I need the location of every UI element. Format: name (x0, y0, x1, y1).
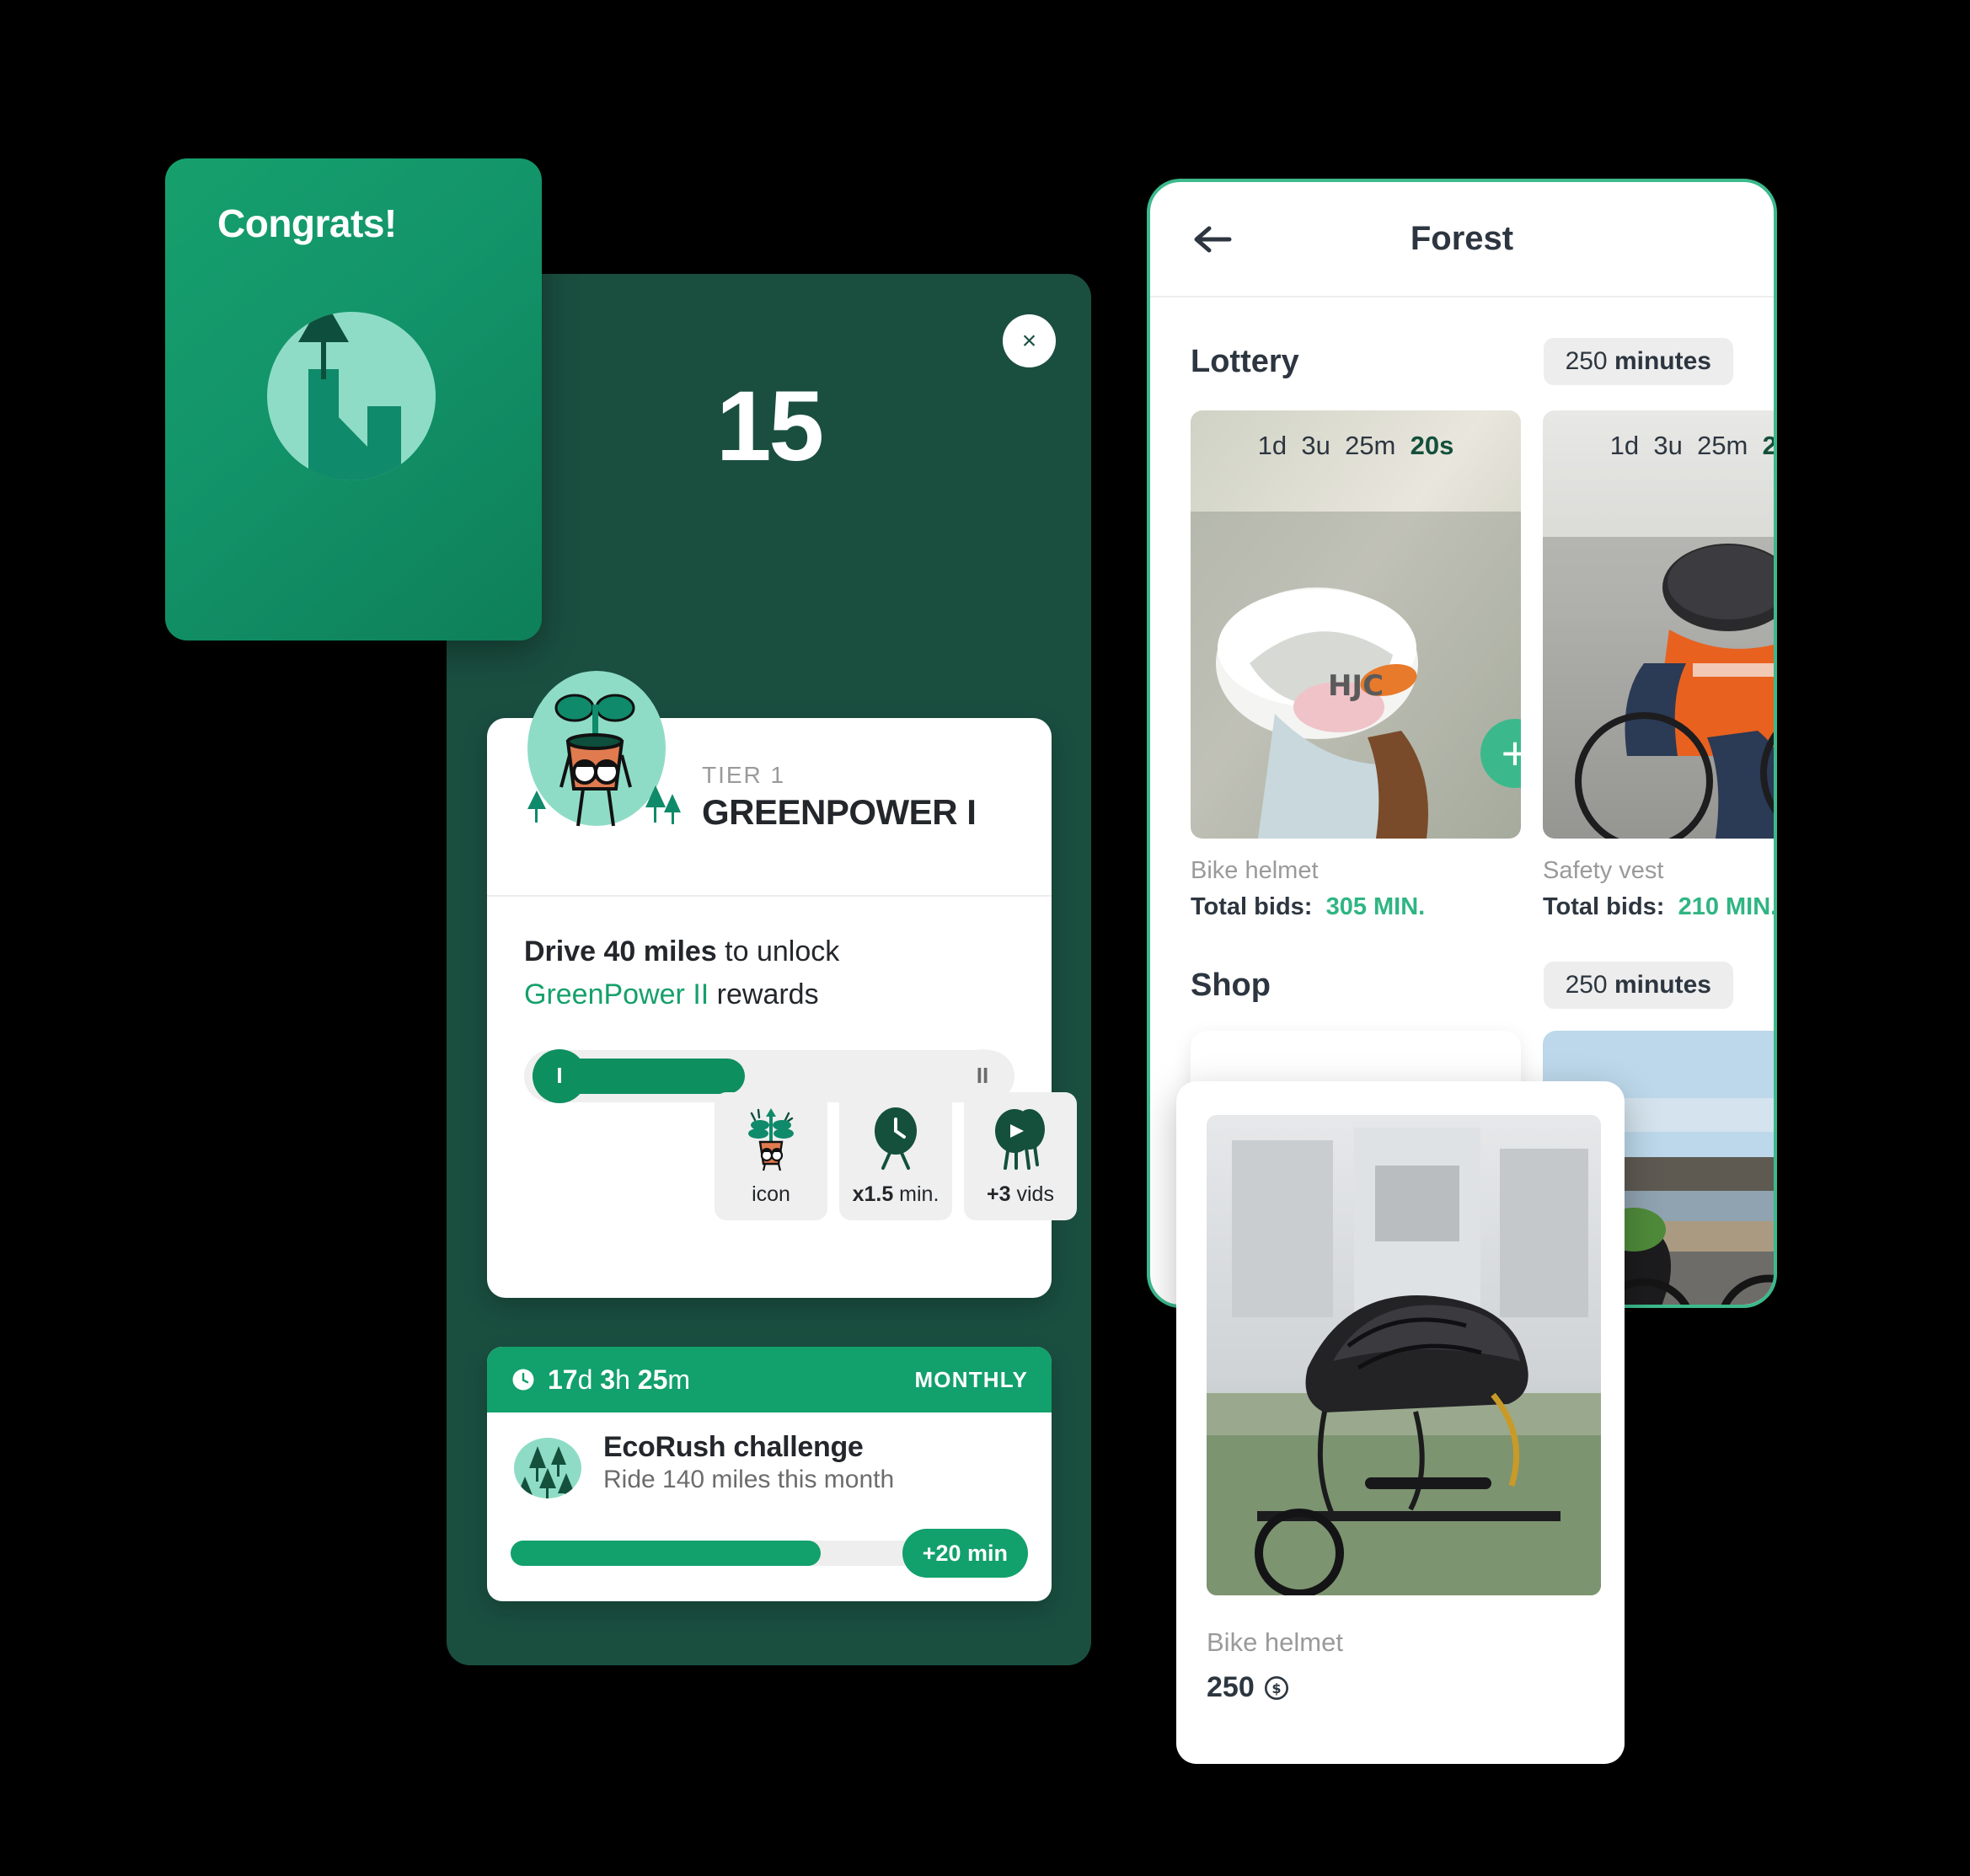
svg-text:HJC: HJC (1328, 669, 1384, 703)
minutes-bank-value: 15 (715, 371, 824, 482)
lottery-section-header: Lottery 250 minutes (1150, 297, 1774, 385)
tier-card: TIER 1 GREENPOWER I Drive 40 miles to un… (487, 671, 1077, 1298)
reward-chip-videos-label: +3 vids (987, 1182, 1054, 1206)
countdown-days: 17 (548, 1364, 578, 1395)
shop-section-title: Shop (1191, 967, 1271, 1003)
lottery-countdown: 1d 3u 25m 20s (1609, 431, 1777, 460)
reward-chip-videos[interactable]: +3 vids (964, 1092, 1077, 1220)
lottery-item-photo: HJC 1d 3u 25m 20s + (1191, 410, 1521, 839)
challenge-period-badge: MONTHLY (914, 1366, 1028, 1392)
shop-product-price-value: 250 (1207, 1671, 1255, 1703)
play-tree-icon (991, 1092, 1050, 1182)
potted-plant-character-icon (512, 667, 681, 836)
unlock-line-1: Drive 40 miles to unlock (524, 932, 1014, 972)
lottery-minutes-badge[interactable]: 250 minutes (1543, 338, 1733, 385)
unlock-mid: to unlock (716, 935, 840, 967)
reward-chip-list: icon x1.5 min. +3 vids (715, 1092, 1077, 1220)
shop-product-card[interactable]: Bike helmet 250 $ (1176, 1081, 1625, 1764)
close-icon[interactable]: × (1003, 314, 1056, 367)
unlock-line-2: GreenPower II rewards (524, 975, 1014, 1015)
reward-chip-multiplier[interactable]: x1.5 min. (839, 1092, 952, 1220)
shop-product-photo (1207, 1115, 1601, 1595)
challenge-countdown: 17d 3h 25m (511, 1364, 690, 1396)
reward-chip-multiplier-label: x1.5 min. (852, 1182, 939, 1206)
page-title: Forest (1410, 220, 1514, 257)
lottery-card[interactable]: 1d 3u 25m 20s + Safety vest Total bids: … (1543, 410, 1777, 921)
challenge-title: EcoRush challenge (603, 1431, 864, 1463)
tier-card-header: TIER 1 GREENPOWER I (487, 671, 1052, 897)
challenge-card: 17d 3h 25m MONTHLY EcoRush challenge Rid… (487, 1347, 1052, 1601)
lottery-item-bids: Total bids: 305 MIN. (1191, 893, 1426, 920)
shop-product-price: 250 $ (1207, 1671, 1290, 1704)
tier-meta: TIER 1 GREENPOWER I (702, 762, 977, 833)
unlock-suffix: rewards (709, 978, 819, 1010)
shop-product-name: Bike helmet (1207, 1627, 1343, 1657)
countdown-minutes: 25 (637, 1364, 668, 1395)
screenshot-stage: Congrats! You got the CO2 Saver badge × … (0, 0, 1970, 1876)
challenge-card-header: 17d 3h 25m MONTHLY (487, 1347, 1052, 1412)
lottery-countdown: 1d 3u 25m 20s (1257, 431, 1454, 460)
challenge-description: Ride 140 miles this month (603, 1466, 895, 1493)
tier-name: GREENPOWER I (702, 792, 977, 832)
clock-icon (511, 1367, 536, 1392)
shop-minutes-badge[interactable]: 250 minutes (1543, 962, 1733, 1009)
lottery-section-title: Lottery (1191, 343, 1299, 379)
challenge-reward-pill[interactable]: +20 min (902, 1529, 1028, 1578)
shop-section-header: Shop 250 minutes (1150, 921, 1774, 1009)
challenge-card-body: EcoRush challenge Ride 140 miles this mo… (487, 1412, 1052, 1505)
tier-progress-start-marker[interactable]: I (533, 1048, 586, 1103)
arrow-left-icon[interactable] (1192, 224, 1233, 255)
unlock-distance: Drive 40 miles (524, 935, 717, 967)
lottery-item-name: Bike helmet (1191, 857, 1319, 884)
challenge-progress-fill (511, 1541, 822, 1566)
tier-card-body: Drive 40 miles to unlock GreenPower II r… (487, 897, 1077, 1220)
plant-character-icon (741, 1092, 800, 1182)
tier-kicker: TIER 1 (702, 762, 786, 788)
factory-arrow-badge-icon (258, 298, 445, 485)
countdown-hours: 3 (600, 1364, 616, 1395)
reward-chip-icon-label: icon (752, 1182, 790, 1206)
reward-chip-icon[interactable]: icon (715, 1092, 827, 1220)
lottery-card-list: HJC 1d 3u 25m 20s + Bike helmet Total bi… (1150, 385, 1774, 921)
lottery-item-name: Safety vest (1543, 857, 1664, 884)
lottery-item-bids: Total bids: 210 MIN. (1543, 893, 1777, 920)
coin-dollar-icon: $ (1263, 1675, 1290, 1702)
forest-trees-icon (511, 1431, 585, 1505)
congrats-title: Congrats! (217, 201, 397, 245)
congrats-card: Congrats! You got the CO2 Saver badge (165, 158, 542, 641)
lottery-card[interactable]: HJC 1d 3u 25m 20s + Bike helmet Total bi… (1191, 410, 1521, 921)
unlock-tier-name: GreenPower II (524, 978, 709, 1010)
clock-tree-icon (868, 1092, 923, 1182)
svg-text:$: $ (1271, 1680, 1281, 1696)
challenge-progress[interactable]: +20 min (511, 1529, 1028, 1578)
phone-top-bar: Forest (1150, 182, 1774, 297)
lottery-item-photo: 1d 3u 25m 20s + (1543, 410, 1777, 839)
